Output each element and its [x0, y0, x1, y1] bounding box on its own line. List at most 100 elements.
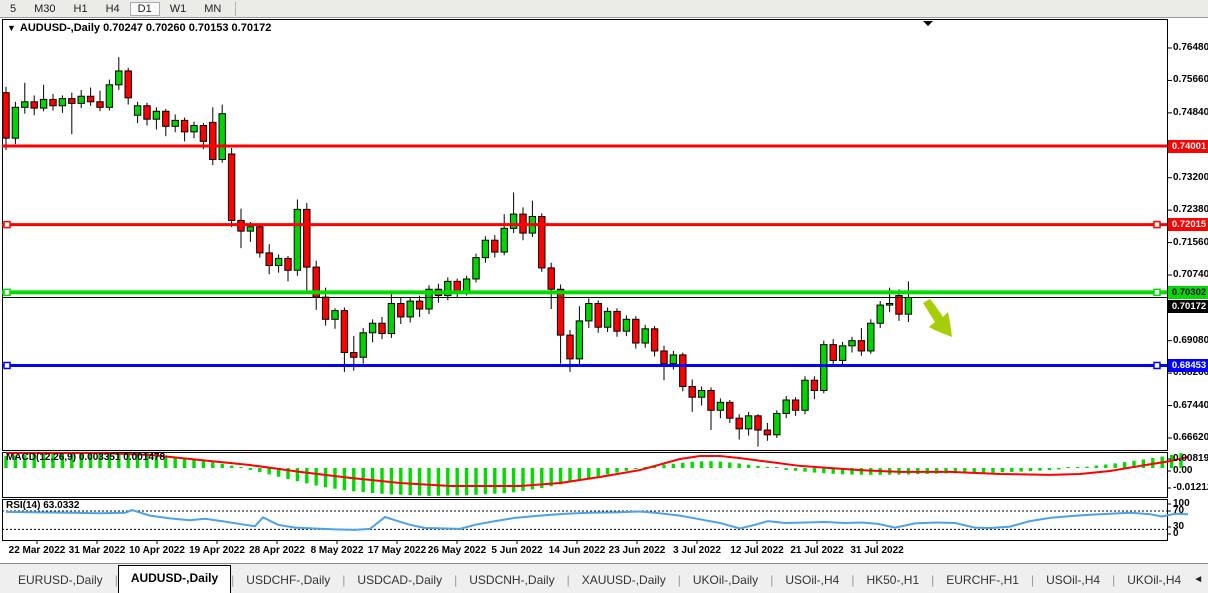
- candle-body: [463, 279, 469, 292]
- chart-tab-usdcad-daily[interactable]: USDCAD-,Daily: [345, 569, 454, 593]
- chart-tab-ukoil-h4[interactable]: UKOil-,H4: [1115, 569, 1193, 593]
- symbol-dropdown-icon[interactable]: ▼: [7, 23, 16, 33]
- candle-body: [228, 154, 234, 220]
- candle-body: [106, 85, 112, 108]
- candle-body: [341, 311, 347, 353]
- date-axis-label[interactable]: 17 May 2022: [368, 545, 426, 556]
- candle-body: [398, 303, 404, 316]
- candle-body: [783, 400, 789, 413]
- date-axis-label[interactable]: 10 Apr 2022: [129, 545, 185, 556]
- chart-tab-eurusd-daily[interactable]: EURUSD-,Daily: [6, 569, 115, 593]
- candle-body: [689, 387, 695, 398]
- chart-canvas[interactable]: [0, 0, 1208, 593]
- macd-axis-label: 0.00: [1173, 465, 1192, 476]
- candle-body: [191, 126, 197, 132]
- candle-body: [69, 99, 75, 104]
- candle-body: [116, 71, 122, 85]
- chart-tab-usdchf-daily[interactable]: USDCHF-,Daily: [234, 569, 342, 593]
- candle-body: [727, 402, 733, 418]
- chart-tab-eurchf-h1[interactable]: EURCHF-,H1: [934, 569, 1031, 593]
- candle-body: [257, 227, 263, 253]
- price-axis-label: 0.74840: [1173, 107, 1208, 118]
- price-badge-0.70302: 0.70302: [1168, 286, 1208, 299]
- price-axis-label: 0.69080: [1173, 335, 1208, 346]
- price-axis-label: 0.66620: [1173, 432, 1208, 443]
- main-chart-frame: [3, 20, 1168, 451]
- date-axis-label[interactable]: 22 Mar 2022: [9, 545, 66, 556]
- date-axis-label[interactable]: 26 May 2022: [428, 545, 486, 556]
- candle-body: [59, 99, 65, 106]
- candle-body: [642, 329, 648, 343]
- candle-body: [332, 311, 338, 320]
- price-axis-label: 0.73200: [1173, 172, 1208, 183]
- date-axis-label[interactable]: 3 Jul 2022: [673, 545, 721, 556]
- candle-body: [736, 418, 742, 429]
- date-axis-label[interactable]: 19 Apr 2022: [189, 545, 245, 556]
- date-axis-label[interactable]: 28 Apr 2022: [249, 545, 305, 556]
- date-axis-label[interactable]: 8 May 2022: [311, 545, 364, 556]
- chart-tab-ukoil-daily[interactable]: UKOil-,Daily: [681, 569, 770, 593]
- chart-title: ▼AUDUSD-,Daily 0.70247 0.70260 0.70153 0…: [7, 22, 271, 34]
- chart-tab-usoil-h4[interactable]: USOil-,H4: [1034, 569, 1112, 593]
- price-badge-0.74001: 0.74001: [1168, 140, 1208, 153]
- candle-body: [172, 120, 178, 126]
- hline-handle[interactable]: [1154, 222, 1160, 228]
- candle-body: [604, 311, 610, 327]
- chart-tab-audusd-daily[interactable]: AUDUSD-,Daily: [118, 565, 231, 593]
- ohlc-high: 0.70260: [146, 22, 186, 34]
- rsi-value: 63.0332: [43, 500, 79, 511]
- hline-handle[interactable]: [4, 362, 10, 368]
- date-axis-label[interactable]: 31 Mar 2022: [69, 545, 126, 556]
- price-badge-0.70172: 0.70172: [1168, 300, 1208, 313]
- chart-tab-xauusd-daily[interactable]: XAUUSD-,Daily: [570, 569, 678, 593]
- candle-body: [764, 430, 770, 435]
- macd-values: 0.003351 0.001478: [79, 452, 165, 463]
- chart-tab-usoil-h4[interactable]: USOil-,H4: [773, 569, 851, 593]
- date-axis-label[interactable]: 5 Jun 2022: [491, 545, 542, 556]
- candle-body: [774, 413, 780, 434]
- hline-handle[interactable]: [1154, 362, 1160, 368]
- date-axis-label[interactable]: 31 Jul 2022: [850, 545, 903, 556]
- price-axis-label: 0.67440: [1173, 400, 1208, 411]
- candle-body: [351, 353, 357, 358]
- candle-body: [219, 114, 225, 160]
- macd-axis-label: 0.008197: [1173, 453, 1208, 464]
- candle-body: [868, 323, 874, 351]
- date-axis-label[interactable]: 12 Jul 2022: [730, 545, 783, 556]
- hline-handle[interactable]: [4, 289, 10, 295]
- candle-body: [454, 281, 460, 291]
- candle-body: [623, 319, 629, 331]
- candle-body: [567, 335, 573, 359]
- rsi-axis-label: 0: [1173, 528, 1179, 539]
- date-axis-label[interactable]: 21 Jul 2022: [790, 545, 843, 556]
- hline-handle[interactable]: [4, 222, 10, 228]
- chart-tab-hk50-h1[interactable]: HK50-,H1: [854, 569, 931, 593]
- candle-body: [294, 209, 300, 270]
- date-axis-label[interactable]: 14 Jun 2022: [549, 545, 606, 556]
- candle-body: [576, 321, 582, 359]
- date-axis-label[interactable]: 23 Jun 2022: [609, 545, 666, 556]
- candle-body: [670, 355, 676, 364]
- candle-body: [210, 122, 216, 159]
- chart-tab-usdcnh-daily[interactable]: USDCNH-,Daily: [457, 569, 566, 593]
- tab-scroll-left-icon[interactable]: ◄: [1193, 574, 1203, 585]
- candle-body: [87, 96, 93, 102]
- macd-panel-frame: [3, 453, 1168, 498]
- candle-body: [510, 214, 516, 228]
- candle-body: [275, 258, 281, 265]
- candle-body: [388, 303, 394, 333]
- rsi-axis-label: 70: [1173, 505, 1184, 516]
- candle-body: [802, 380, 808, 410]
- hline-handle[interactable]: [1154, 289, 1160, 295]
- candle-body: [595, 303, 601, 327]
- candle-body: [12, 107, 18, 138]
- candle-body: [200, 126, 206, 142]
- candle-body: [40, 99, 46, 108]
- candle-body: [407, 301, 413, 317]
- candle-body: [369, 323, 375, 332]
- candle-body: [792, 400, 798, 410]
- candle-body: [153, 111, 159, 119]
- candle-body: [661, 351, 667, 364]
- candle-body: [473, 258, 479, 279]
- candle-body: [266, 253, 272, 266]
